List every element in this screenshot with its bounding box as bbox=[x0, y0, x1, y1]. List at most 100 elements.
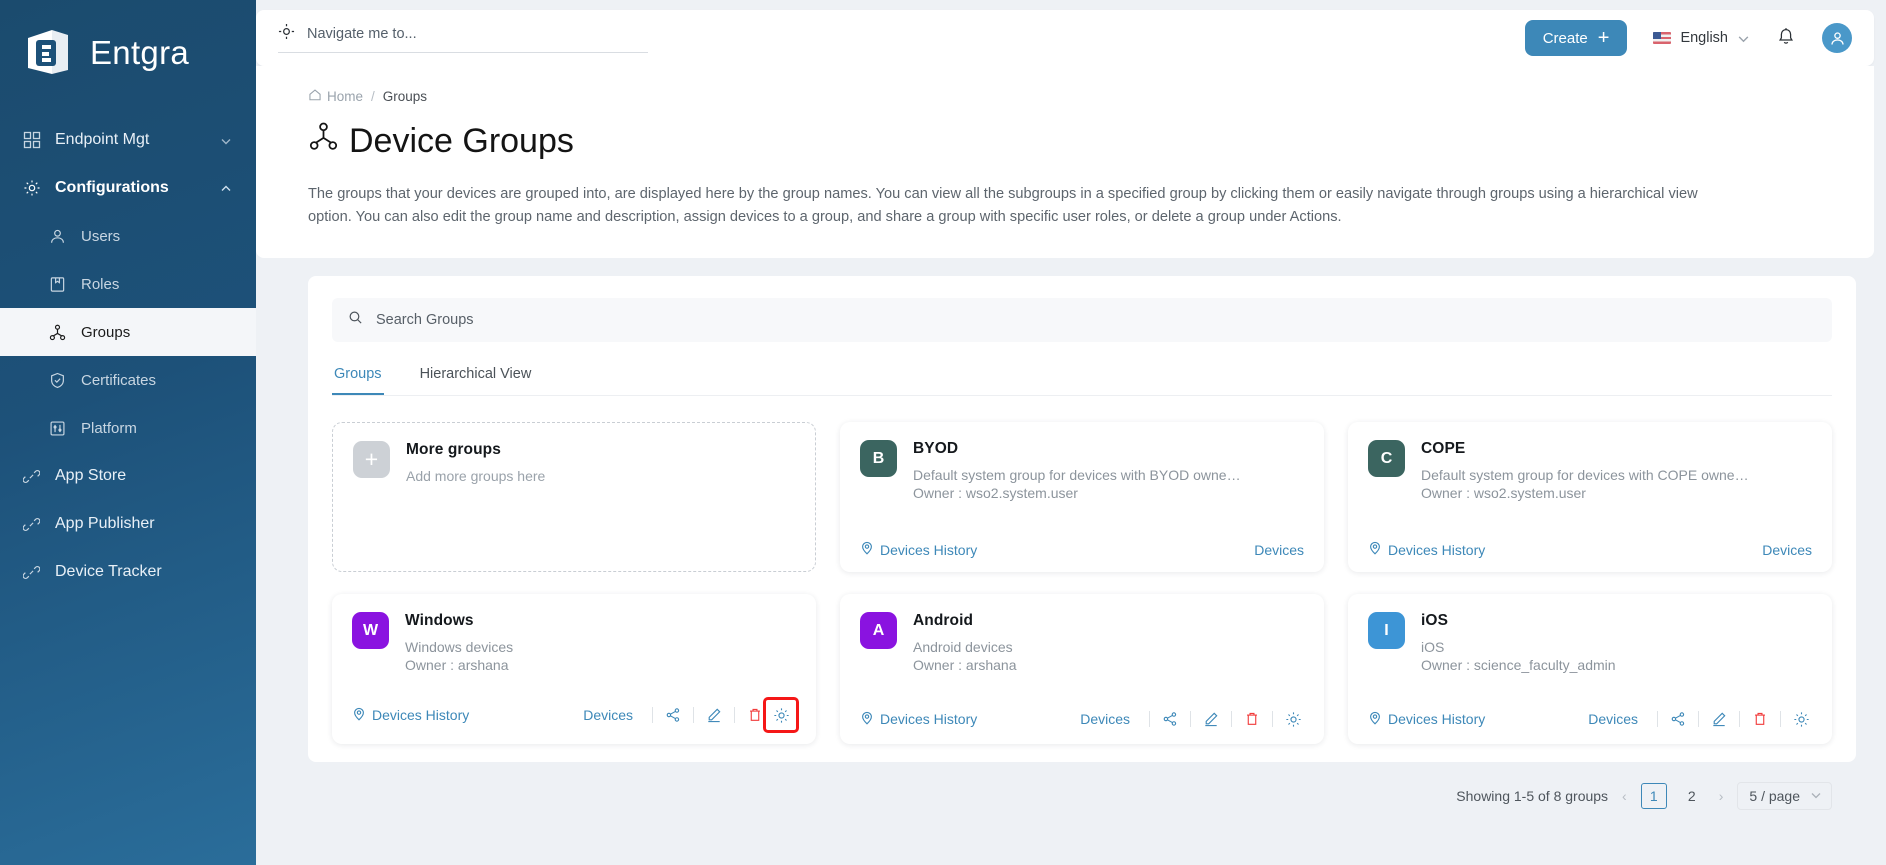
divider bbox=[1739, 711, 1740, 728]
group-card-byod[interactable]: B BYOD Default system group for devices … bbox=[840, 422, 1324, 573]
user-avatar[interactable] bbox=[1822, 23, 1852, 53]
card-more-groups[interactable]: + More groups Add more groups here bbox=[332, 422, 816, 573]
share-icon[interactable] bbox=[662, 704, 684, 726]
divider bbox=[1149, 711, 1150, 728]
gear-icon[interactable] bbox=[763, 697, 799, 734]
devices-history-link[interactable]: Devices History bbox=[860, 541, 977, 558]
brand-name: Entgra bbox=[90, 34, 190, 71]
gear-icon[interactable] bbox=[1790, 708, 1812, 730]
sidebar-item-endpoint-mgt[interactable]: Endpoint Mgt bbox=[0, 116, 256, 164]
navigate-input[interactable] bbox=[307, 26, 648, 42]
page-description: The groups that your devices are grouped… bbox=[308, 186, 1698, 225]
pagination-page-1[interactable]: 1 bbox=[1640, 783, 1667, 810]
pagination-next[interactable]: › bbox=[1717, 788, 1726, 804]
user-icon bbox=[48, 227, 67, 246]
edit-pencil-icon[interactable] bbox=[703, 704, 725, 726]
devices-history-label: Devices History bbox=[1388, 541, 1486, 558]
group-name: iOS bbox=[1421, 612, 1449, 630]
sidebar-item-configurations[interactable]: Configurations bbox=[0, 164, 256, 212]
card-actions bbox=[1648, 708, 1812, 730]
tab-groups[interactable]: Groups bbox=[332, 362, 384, 396]
divider bbox=[1231, 711, 1232, 728]
devices-link[interactable]: Devices bbox=[1588, 711, 1638, 727]
sidebar-item-roles[interactable]: Roles bbox=[0, 260, 256, 308]
pagination-prev[interactable]: ‹ bbox=[1620, 788, 1629, 804]
language-label: English bbox=[1680, 30, 1728, 46]
gear-icon[interactable] bbox=[1282, 708, 1304, 730]
sidebar-item-label: Roles bbox=[81, 275, 120, 293]
breadcrumb-home[interactable]: Home bbox=[308, 88, 363, 105]
brand[interactable]: Entgra bbox=[0, 0, 256, 102]
group-description: iOS bbox=[1421, 639, 1445, 656]
page-size-selector[interactable]: 5 / page bbox=[1737, 782, 1832, 811]
group-description: Windows devices bbox=[405, 639, 514, 656]
group-name: Windows bbox=[405, 612, 474, 630]
breadcrumb-separator: / bbox=[371, 89, 375, 104]
group-description: Android devices bbox=[913, 639, 1013, 656]
search-icon bbox=[348, 310, 363, 330]
search-groups-box[interactable] bbox=[332, 298, 1832, 343]
devices-link[interactable]: Devices bbox=[1080, 711, 1130, 727]
sidebar-item-label: Endpoint Mgt bbox=[55, 131, 150, 148]
card-body: iOS iOS Owner : science_faculty_admin bbox=[1421, 612, 1812, 673]
group-card-windows[interactable]: W Windows Windows devices Owner : arshan… bbox=[332, 594, 816, 745]
breadcrumb-current[interactable]: Groups bbox=[383, 89, 427, 104]
trash-icon[interactable] bbox=[744, 704, 766, 726]
navigate-search[interactable] bbox=[278, 23, 648, 53]
sidebar-item-groups[interactable]: Groups bbox=[0, 308, 256, 356]
search-groups-input[interactable] bbox=[376, 312, 1816, 329]
card-header: I iOS iOS Owner : science_faculty_admin bbox=[1368, 612, 1812, 673]
edit-pencil-icon[interactable] bbox=[1200, 708, 1222, 730]
divider bbox=[1698, 711, 1699, 728]
groups-icon bbox=[48, 323, 67, 342]
devices-link[interactable]: Devices bbox=[1254, 542, 1304, 558]
card-header: B BYOD Default system group for devices … bbox=[860, 440, 1304, 501]
sidebar-item-device-tracker[interactable]: Device Tracker bbox=[0, 548, 256, 596]
group-owner: Owner : arshana bbox=[405, 657, 509, 674]
card-actions bbox=[1140, 708, 1304, 730]
share-icon[interactable] bbox=[1159, 708, 1181, 730]
sidebar-item-certificates[interactable]: Certificates bbox=[0, 356, 256, 404]
chevron-down-icon bbox=[1737, 32, 1750, 45]
devices-history-link[interactable]: Devices History bbox=[860, 711, 977, 728]
notifications-bell-icon[interactable] bbox=[1776, 26, 1796, 51]
pagination-page-2[interactable]: 2 bbox=[1679, 783, 1705, 809]
card-header: C COPE Default system group for devices … bbox=[1368, 440, 1812, 501]
card-body: Android Android devices Owner : arshana bbox=[913, 612, 1304, 673]
sidebar-item-users[interactable]: Users bbox=[0, 212, 256, 260]
trash-icon[interactable] bbox=[1241, 708, 1263, 730]
link-icon bbox=[22, 563, 41, 582]
share-icon[interactable] bbox=[1667, 708, 1689, 730]
create-button[interactable]: Create + bbox=[1524, 20, 1628, 56]
card-footer: Devices History Devices bbox=[352, 697, 799, 734]
devices-history-link[interactable]: Devices History bbox=[1368, 541, 1485, 558]
trash-icon[interactable] bbox=[1749, 708, 1771, 730]
sidebar-item-platform[interactable]: Platform bbox=[0, 404, 256, 452]
language-selector[interactable]: English bbox=[1653, 30, 1750, 46]
sidebar-item-app-store[interactable]: App Store bbox=[0, 452, 256, 500]
group-card-android[interactable]: A Android Android devices Owner : arshan… bbox=[840, 594, 1324, 745]
us-flag-icon bbox=[1653, 32, 1672, 44]
group-description: Default system group for devices with BY… bbox=[913, 467, 1241, 484]
group-description: Default system group for devices with CO… bbox=[1421, 467, 1749, 484]
breadcrumb-home-label: Home bbox=[327, 89, 364, 104]
group-card-ios[interactable]: I iOS iOS Owner : science_faculty_admin bbox=[1348, 594, 1832, 745]
group-card-cope[interactable]: C COPE Default system group for devices … bbox=[1348, 422, 1832, 573]
group-owner: Owner : science_faculty_admin bbox=[1421, 657, 1616, 674]
group-owner: Owner : wso2.system.user bbox=[913, 485, 1078, 502]
sidebar-item-label: App Store bbox=[55, 467, 127, 484]
tab-hierarchical-view[interactable]: Hierarchical View bbox=[418, 362, 534, 395]
card-body: COPE Default system group for devices wi… bbox=[1421, 440, 1812, 501]
card-footer: Devices History Devices bbox=[1368, 541, 1812, 558]
card-header: + More groups Add more groups here bbox=[353, 441, 795, 484]
devices-link[interactable]: Devices bbox=[583, 707, 633, 723]
sidebar-item-app-publisher[interactable]: App Publisher bbox=[0, 500, 256, 548]
devices-history-label: Devices History bbox=[880, 541, 978, 558]
devices-link[interactable]: Devices bbox=[1762, 542, 1812, 558]
devices-history-link[interactable]: Devices History bbox=[352, 707, 469, 724]
devices-history-link[interactable]: Devices History bbox=[1368, 711, 1485, 728]
sidebar-item-label: Groups bbox=[81, 323, 131, 341]
gear-icon bbox=[22, 179, 41, 198]
add-group-avatar-icon: + bbox=[353, 441, 390, 479]
edit-pencil-icon[interactable] bbox=[1708, 708, 1730, 730]
